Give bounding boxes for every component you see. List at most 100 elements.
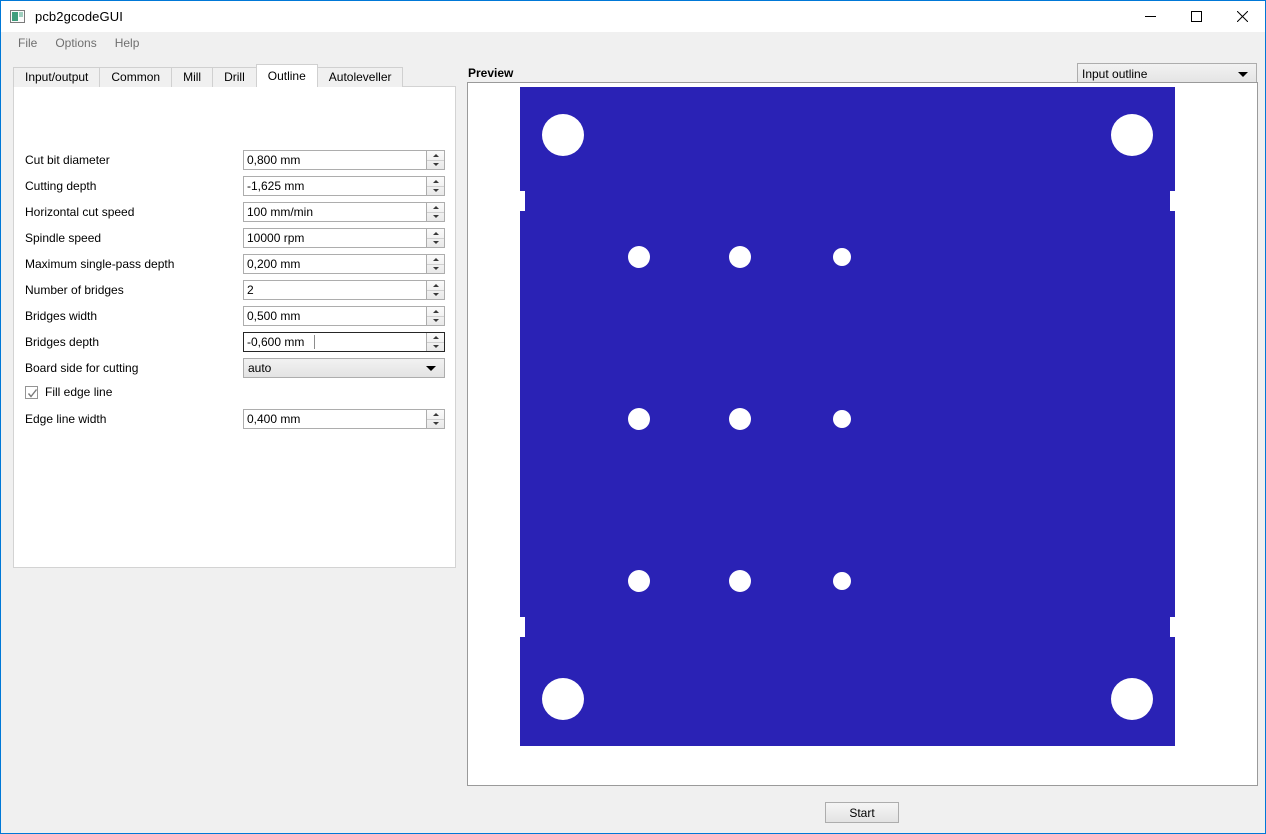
- spinbox-spindle-speed[interactable]: 10000 rpm: [243, 228, 445, 248]
- label-number-of-bridges: Number of bridges: [25, 283, 124, 297]
- spinbox-bridges-depth-down[interactable]: [427, 343, 444, 352]
- spinbox-spindle-speed-value[interactable]: 10000 rpm: [244, 229, 426, 247]
- spinbox-cutting-depth-value[interactable]: -1,625 mm: [244, 177, 426, 195]
- checkbox-fill-edge-line-box[interactable]: [25, 385, 38, 399]
- close-icon: [1236, 11, 1248, 22]
- checkbox-fill-edge-line-label: Fill edge line: [45, 385, 113, 399]
- chevron-up-icon: [432, 231, 439, 235]
- field-row-edge-line-width: Edge line width 0,400 mm: [14, 406, 455, 432]
- spinbox-bridges-depth-buttons: [426, 333, 444, 351]
- spinbox-maximum-single-pass-depth[interactable]: 0,200 mm: [243, 254, 445, 274]
- tab-input-output[interactable]: Input/output: [13, 67, 101, 87]
- spinbox-cutting-depth[interactable]: -1,625 mm: [243, 176, 445, 196]
- spinbox-edge-line-width-up[interactable]: [427, 410, 444, 420]
- spinbox-cut-bit-diameter-value[interactable]: 0,800 mm: [244, 151, 426, 169]
- spinbox-cutting-depth-up[interactable]: [427, 177, 444, 187]
- spinbox-number-of-bridges-down[interactable]: [427, 291, 444, 300]
- spinbox-cut-bit-diameter-down[interactable]: [427, 161, 444, 170]
- pcb-hole-grid: [628, 570, 650, 592]
- spinbox-bridges-width-value[interactable]: 0,500 mm: [244, 307, 426, 325]
- spinbox-horizontal-cut-speed-value[interactable]: 100 mm/min: [244, 203, 426, 221]
- spinbox-bridges-width-down[interactable]: [427, 317, 444, 326]
- tab-mill[interactable]: Mill: [171, 67, 214, 87]
- tab-bar: Input/output Common Mill Drill Outline A…: [13, 64, 404, 87]
- spinbox-bridges-depth[interactable]: -0,600 mm: [243, 332, 445, 352]
- field-row-spindle-speed: Spindle speed 10000 rpm: [14, 225, 455, 251]
- chevron-down-icon: [426, 365, 436, 371]
- spinbox-maximum-single-pass-depth-up[interactable]: [427, 255, 444, 265]
- spinbox-cutting-depth-down[interactable]: [427, 187, 444, 196]
- chevron-down-icon: [432, 267, 439, 271]
- spinbox-bridges-width[interactable]: 0,500 mm: [243, 306, 445, 326]
- menu-item-help[interactable]: Help: [106, 34, 149, 52]
- label-maximum-single-pass-depth: Maximum single-pass depth: [25, 257, 175, 271]
- chevron-down-icon: [432, 293, 439, 297]
- tab-drill[interactable]: Drill: [212, 67, 257, 87]
- spinbox-horizontal-cut-speed-down[interactable]: [427, 213, 444, 222]
- label-bridges-width: Bridges width: [25, 309, 98, 323]
- pcb-outline-preview: [520, 87, 1175, 746]
- spinbox-maximum-single-pass-depth-down[interactable]: [427, 265, 444, 274]
- application-icon: [10, 9, 26, 25]
- tab-autoleveller[interactable]: Autoleveller: [316, 67, 404, 87]
- chevron-down-icon: [432, 189, 439, 193]
- pcb-hole-grid: [628, 246, 650, 268]
- preview-pane: Preview Input outline Start: [459, 53, 1265, 833]
- maximize-icon: [1190, 11, 1202, 22]
- spinbox-bridges-depth-value[interactable]: -0,600 mm: [244, 333, 426, 351]
- spinbox-bridges-width-up[interactable]: [427, 307, 444, 317]
- spinbox-edge-line-width-down[interactable]: [427, 420, 444, 429]
- window-controls: [1127, 1, 1265, 32]
- minimize-button[interactable]: [1127, 1, 1173, 32]
- tab-common[interactable]: Common: [99, 67, 173, 87]
- maximize-button[interactable]: [1173, 1, 1219, 32]
- menu-item-file[interactable]: File: [9, 34, 46, 52]
- preview-mode-value: Input outline: [1082, 67, 1148, 81]
- spinbox-spindle-speed-down[interactable]: [427, 239, 444, 248]
- spinbox-number-of-bridges-up[interactable]: [427, 281, 444, 291]
- pcb-hole-grid: [833, 572, 851, 590]
- label-cut-bit-diameter: Cut bit diameter: [25, 153, 110, 167]
- spinbox-cut-bit-diameter-buttons: [426, 151, 444, 169]
- chevron-down-icon: [432, 215, 439, 219]
- checkbox-fill-edge-line[interactable]: Fill edge line: [25, 385, 112, 399]
- start-button[interactable]: Start: [825, 802, 899, 823]
- spinbox-horizontal-cut-speed-up[interactable]: [427, 203, 444, 213]
- spinbox-number-of-bridges[interactable]: 2: [243, 280, 445, 300]
- spinbox-maximum-single-pass-depth-value[interactable]: 0,200 mm: [244, 255, 426, 273]
- spinbox-edge-line-width[interactable]: 0,400 mm: [243, 409, 445, 429]
- pcb-hole-corner-top-right: [1111, 114, 1153, 156]
- close-button[interactable]: [1219, 1, 1265, 32]
- label-edge-line-width: Edge line width: [25, 412, 107, 426]
- title-bar: pcb2gcodeGUI: [1, 1, 1265, 32]
- spinbox-bridges-depth-up[interactable]: [427, 333, 444, 343]
- chevron-down-icon: [1238, 71, 1248, 77]
- menu-bar: File Options Help: [1, 32, 1265, 53]
- settings-pane: Input/output Common Mill Drill Outline A…: [1, 53, 459, 833]
- label-horizontal-cut-speed: Horizontal cut speed: [25, 205, 135, 219]
- combobox-board-side-for-cutting[interactable]: auto: [243, 358, 445, 378]
- menu-item-options[interactable]: Options: [46, 34, 105, 52]
- label-spindle-speed: Spindle speed: [25, 231, 102, 245]
- combobox-board-side-value: auto: [248, 361, 272, 375]
- field-row-cut-bit-diameter: Cut bit diameter 0,800 mm: [14, 147, 455, 173]
- spinbox-edge-line-width-value[interactable]: 0,400 mm: [244, 410, 426, 428]
- pcb-hole-grid: [729, 570, 751, 592]
- field-row-bridges-depth: Bridges depth -0,600 mm: [14, 329, 455, 355]
- chevron-up-icon: [432, 412, 439, 416]
- spinbox-cut-bit-diameter[interactable]: 0,800 mm: [243, 150, 445, 170]
- text-cursor: [314, 335, 315, 349]
- preview-canvas-frame[interactable]: [467, 82, 1258, 786]
- chevron-up-icon: [432, 309, 439, 313]
- spinbox-spindle-speed-up[interactable]: [427, 229, 444, 239]
- app-icon-block-secondary: [19, 11, 23, 17]
- spinbox-cut-bit-diameter-up[interactable]: [427, 151, 444, 161]
- spinbox-horizontal-cut-speed[interactable]: 100 mm/min: [243, 202, 445, 222]
- content-area: Input/output Common Mill Drill Outline A…: [1, 53, 1265, 833]
- chevron-up-icon: [432, 205, 439, 209]
- spinbox-number-of-bridges-buttons: [426, 281, 444, 299]
- spinbox-number-of-bridges-value[interactable]: 2: [244, 281, 426, 299]
- tab-outline[interactable]: Outline: [255, 64, 318, 87]
- pcb-hole-grid: [833, 248, 851, 266]
- chevron-down-icon: [432, 319, 439, 323]
